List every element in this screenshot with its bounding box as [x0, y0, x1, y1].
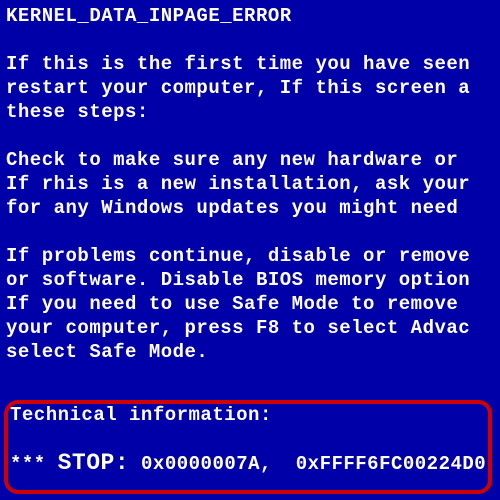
text-line: If this is the first time you have seen: [6, 52, 500, 76]
error-title-block: KERNEL_DATA_INPAGE_ERROR: [6, 4, 500, 28]
text-line: or software. Disable BIOS memory option: [6, 268, 500, 292]
text-line: If you need to use Safe Mode to remove: [6, 292, 500, 316]
paragraph-2: Check to make sure any new hardware or I…: [6, 148, 500, 220]
text-line: If rhis is a new installation, ask your: [6, 172, 500, 196]
text-line: select Safe Mode.: [6, 340, 500, 364]
text-line: your computer, press F8 to select Advac: [6, 316, 500, 340]
text-line: for any Windows updates you might need: [6, 196, 500, 220]
tech-heading: Technical information:: [10, 403, 486, 427]
stop-code-2: 0xFFFF6FC00224D0: [296, 453, 486, 475]
bsod-screen: KERNEL_DATA_INPAGE_ERROR If this is the …: [0, 0, 500, 364]
text-line: restart your computer, If this screen a: [6, 76, 500, 100]
text-line: these steps:: [6, 100, 500, 124]
stop-stars: ***: [10, 453, 58, 475]
stop-code-1: 0x0000007A,: [129, 453, 272, 475]
technical-information: Technical information: *** STOP: 0x00000…: [10, 403, 486, 475]
text-line: Check to make sure any new hardware or: [6, 148, 500, 172]
paragraph-1: If this is the first time you have seen …: [6, 52, 500, 124]
stop-label: STOP:: [58, 450, 130, 476]
paragraph-3: If problems continue, disable or remove …: [6, 244, 500, 364]
text-line: If problems continue, disable or remove: [6, 244, 500, 268]
stop-code-line: *** STOP: 0x0000007A, 0xFFFF6FC00224D0: [10, 451, 486, 475]
error-title: KERNEL_DATA_INPAGE_ERROR: [6, 4, 500, 28]
